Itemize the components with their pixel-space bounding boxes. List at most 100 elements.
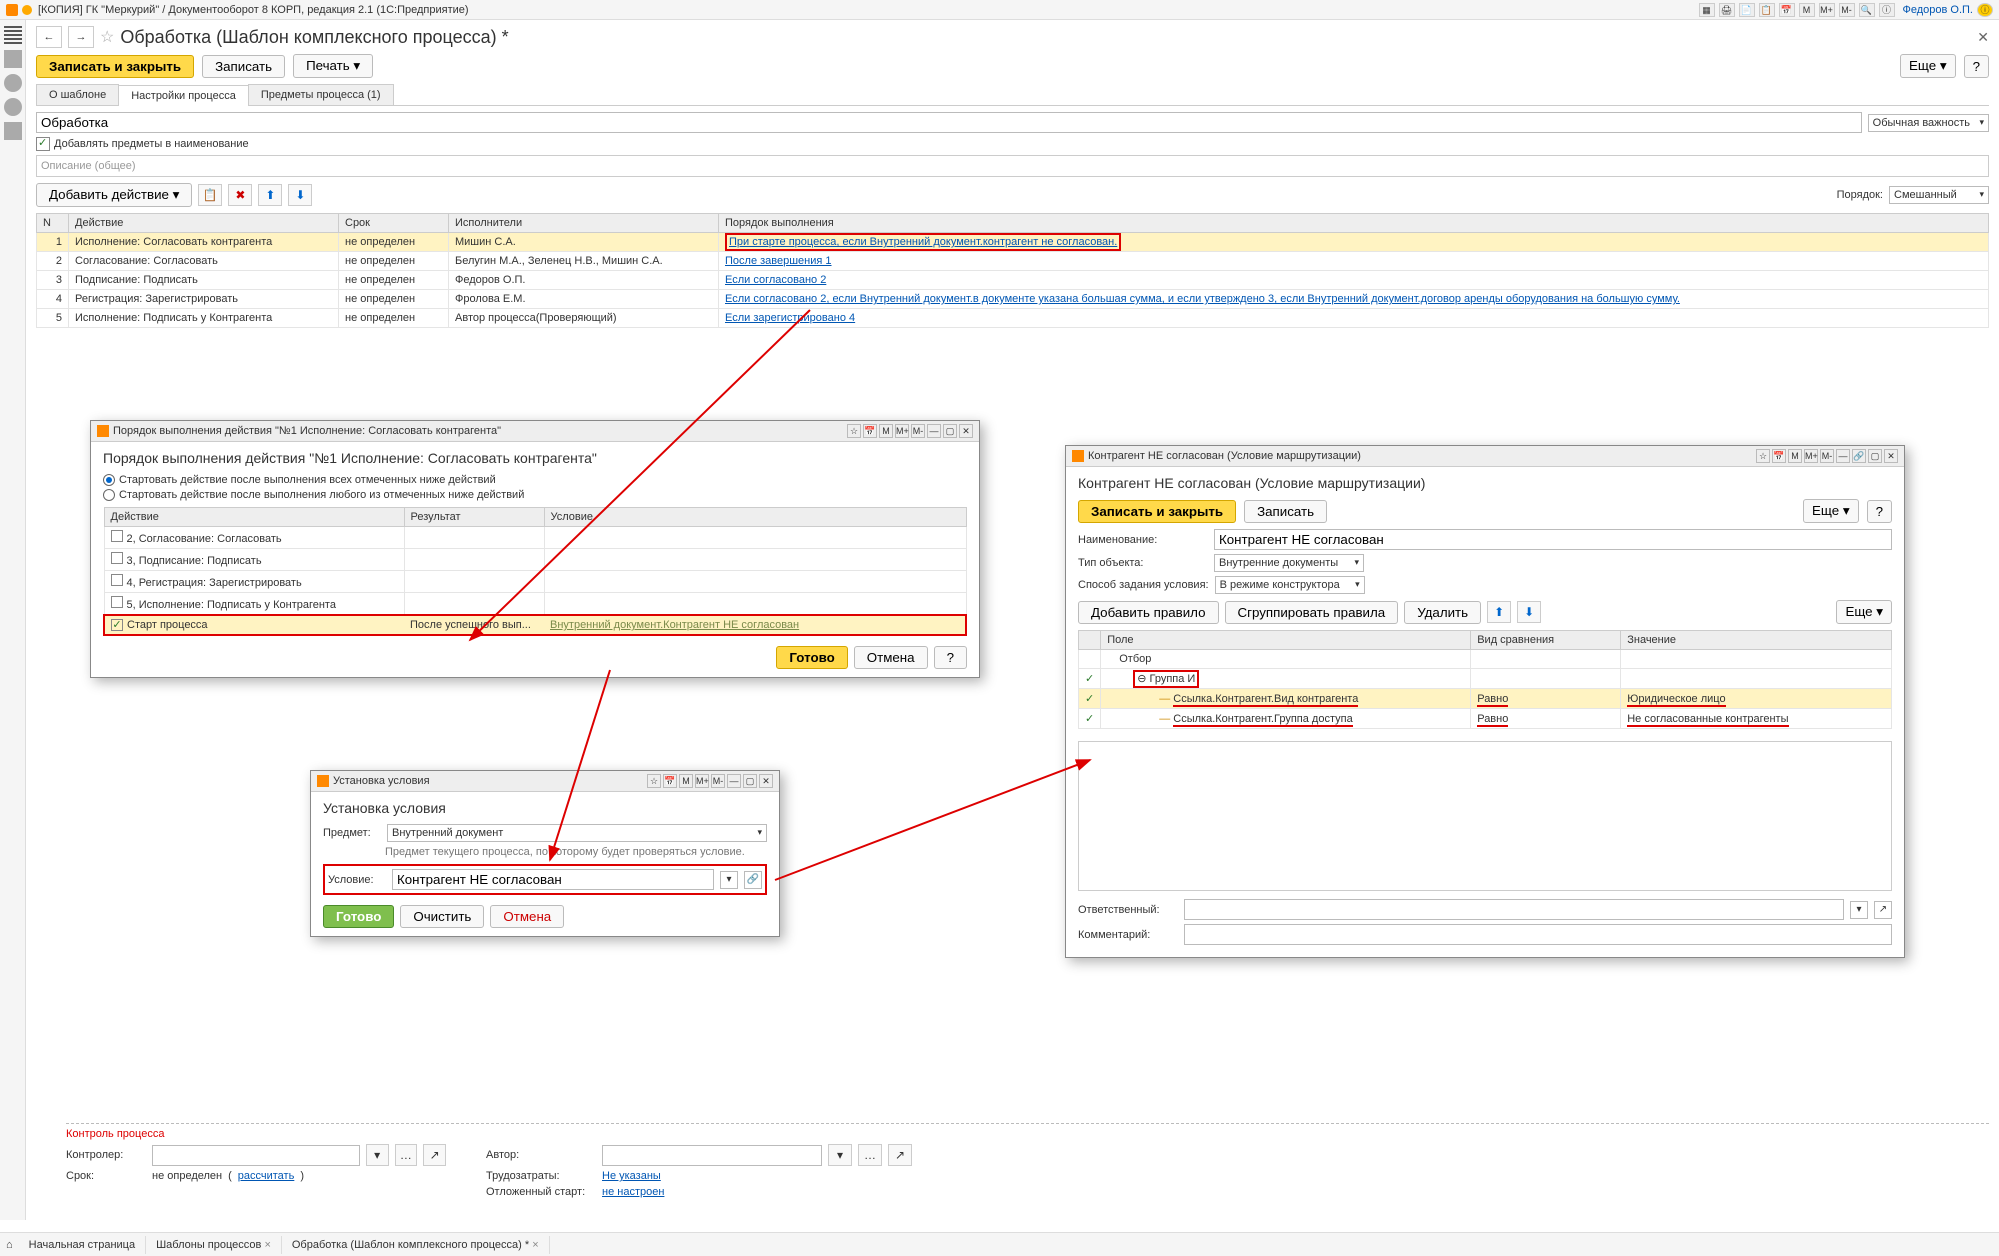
back-button[interactable]: ← bbox=[36, 26, 62, 48]
close-icon[interactable]: ✕ bbox=[959, 424, 973, 438]
tool-icon[interactable]: 📅 bbox=[863, 424, 877, 438]
max-icon[interactable]: ▢ bbox=[1868, 449, 1882, 463]
add-rule-button[interactable]: Добавить правило bbox=[1078, 601, 1219, 624]
dropdown-icon[interactable]: ▾ bbox=[720, 871, 738, 889]
save-button[interactable]: Записать bbox=[1244, 500, 1327, 523]
btab-templates[interactable]: Шаблоны процессов × bbox=[146, 1236, 282, 1254]
table-row[interactable]: 2 Согласование: Согласовать не определен… bbox=[37, 252, 1989, 271]
tool-icon[interactable]: ☆ bbox=[1756, 449, 1770, 463]
table-row[interactable]: 4 Регистрация: Зарегистрировать не опред… bbox=[37, 290, 1989, 309]
link-icon[interactable]: 🔗 bbox=[744, 871, 762, 889]
m-icon[interactable]: M bbox=[1788, 449, 1802, 463]
move-down-icon[interactable]: ⬇ bbox=[1517, 601, 1541, 623]
help-button[interactable]: ? bbox=[934, 646, 967, 669]
tool-icon[interactable]: ☆ bbox=[647, 774, 661, 788]
table-row[interactable]: 5 Исполнение: Подписать у Контрагента не… bbox=[37, 309, 1989, 328]
grid-icon[interactable] bbox=[4, 26, 22, 44]
btab-home[interactable]: Начальная страница bbox=[19, 1236, 146, 1254]
recalc-link[interactable]: рассчитать bbox=[238, 1170, 295, 1182]
save-close-button[interactable]: Записать и закрыть bbox=[1078, 500, 1236, 523]
delay-link[interactable]: не настроен bbox=[602, 1186, 664, 1198]
tool-icon[interactable]: ☆ bbox=[847, 424, 861, 438]
order-link[interactable]: Если согласовано 2 bbox=[725, 274, 826, 286]
m-plus-icon[interactable]: M+ bbox=[1804, 449, 1818, 463]
open-icon[interactable]: ↗ bbox=[888, 1144, 912, 1166]
favorite-star-icon[interactable]: ☆ bbox=[100, 27, 114, 47]
tab-about[interactable]: О шаблоне bbox=[36, 84, 119, 105]
m-minus-icon[interactable]: M- bbox=[1820, 449, 1834, 463]
search-sidebar-icon[interactable] bbox=[4, 98, 22, 116]
radio-all[interactable]: Стартовать действие после выполнения все… bbox=[103, 474, 967, 486]
m-icon[interactable]: M bbox=[879, 424, 893, 438]
close-icon[interactable]: ✕ bbox=[1977, 29, 1989, 46]
add-subjects-check[interactable]: Добавлять предметы в наименование bbox=[36, 137, 249, 151]
dropdown-icon[interactable]: ▾ bbox=[366, 1144, 389, 1166]
user-name[interactable]: Федоров О.П. bbox=[1903, 4, 1974, 16]
star-icon[interactable] bbox=[4, 50, 22, 68]
cancel-button[interactable]: Отмена bbox=[854, 646, 928, 669]
max-icon[interactable]: ▢ bbox=[743, 774, 757, 788]
done-button[interactable]: Готово bbox=[323, 905, 394, 928]
m-plus-icon[interactable]: M+ bbox=[1819, 3, 1835, 17]
help-button[interactable]: ? bbox=[1964, 55, 1989, 78]
table-row[interactable]: 3, Подписание: Подписать bbox=[104, 549, 966, 571]
tab-settings[interactable]: Настройки процесса bbox=[118, 85, 249, 106]
order-link[interactable]: При старте процесса, если Внутренний док… bbox=[729, 236, 1117, 248]
m-minus-icon[interactable]: M- bbox=[1839, 3, 1855, 17]
table-row[interactable]: ✓ — Ссылка.Контрагент.Группа доступа Рав… bbox=[1079, 709, 1892, 729]
table-row[interactable]: 2, Согласование: Согласовать bbox=[104, 527, 966, 549]
open-icon[interactable]: ↗ bbox=[1874, 901, 1892, 919]
min-icon[interactable]: — bbox=[727, 774, 741, 788]
author-input[interactable] bbox=[602, 1145, 822, 1166]
labor-link[interactable]: Не указаны bbox=[602, 1170, 661, 1182]
delete-button[interactable]: Удалить bbox=[1404, 601, 1481, 624]
move-up-icon[interactable]: ⬆ bbox=[258, 184, 282, 206]
table-row[interactable]: Отбор bbox=[1079, 650, 1892, 669]
radio-any[interactable]: Стартовать действие после выполнения люб… bbox=[103, 489, 967, 501]
forward-button[interactable]: → bbox=[68, 26, 94, 48]
tool-icon[interactable]: 📋 bbox=[1759, 3, 1775, 17]
order-link[interactable]: После завершения 1 bbox=[725, 255, 832, 267]
mode-select[interactable]: В режиме конструктора bbox=[1215, 576, 1365, 594]
subject-select[interactable]: Внутренний документ bbox=[387, 824, 767, 842]
close-icon[interactable]: ✕ bbox=[759, 774, 773, 788]
close-icon[interactable]: ✕ bbox=[1884, 449, 1898, 463]
search-icon[interactable]: 🔍 bbox=[1859, 3, 1875, 17]
history-icon[interactable] bbox=[4, 74, 22, 92]
tool-icon[interactable]: 📅 bbox=[1772, 449, 1786, 463]
tool-icon[interactable]: 📄 bbox=[1739, 3, 1755, 17]
name-input[interactable] bbox=[36, 112, 1862, 133]
notif-icon[interactable]: ⓘ bbox=[1977, 3, 1993, 17]
clear-button[interactable]: Очистить bbox=[400, 905, 484, 928]
m-minus-icon[interactable]: M- bbox=[911, 424, 925, 438]
more-button[interactable]: Еще ▾ bbox=[1803, 499, 1859, 523]
order-link[interactable]: Если зарегистрировано 4 bbox=[725, 312, 855, 324]
controller-input[interactable] bbox=[152, 1145, 360, 1166]
name-input[interactable] bbox=[1214, 529, 1892, 550]
add-action-button[interactable]: Добавить действие ▾ bbox=[36, 183, 192, 207]
m-plus-icon[interactable]: M+ bbox=[695, 774, 709, 788]
help-button[interactable]: ? bbox=[1867, 500, 1892, 523]
delete-icon[interactable]: ✖ bbox=[228, 184, 252, 206]
condition-link[interactable]: Внутренний документ.Контрагент НЕ соглас… bbox=[550, 619, 799, 631]
table-row[interactable]: ✓ — Ссылка.Контрагент.Вид контрагента Ра… bbox=[1079, 689, 1892, 709]
more-button[interactable]: Еще ▾ bbox=[1836, 600, 1892, 624]
cancel-button[interactable]: Отмена bbox=[490, 905, 564, 928]
tool-icon[interactable]: 📅 bbox=[1779, 3, 1795, 17]
order-link[interactable]: Если согласовано 2, если Внутренний доку… bbox=[725, 293, 1680, 305]
dots-icon[interactable]: … bbox=[395, 1144, 418, 1166]
condition-input[interactable] bbox=[392, 869, 714, 890]
min-icon[interactable]: — bbox=[1836, 449, 1850, 463]
dropdown-icon[interactable]: ▾ bbox=[1850, 901, 1868, 919]
table-row[interactable]: ✓⊖ Группа И bbox=[1079, 669, 1892, 689]
home-icon[interactable]: ⌂ bbox=[6, 1239, 13, 1251]
table-row-start[interactable]: ✓Старт процесса После успешного вып... В… bbox=[104, 615, 966, 635]
open-icon[interactable]: ↗ bbox=[423, 1144, 446, 1166]
table-row[interactable]: 4, Регистрация: Зарегистрировать bbox=[104, 571, 966, 593]
tool-icon[interactable]: 🖨 bbox=[1719, 3, 1735, 17]
description-textarea[interactable]: Описание (общее) bbox=[36, 155, 1989, 177]
m-minus-icon[interactable]: M- bbox=[711, 774, 725, 788]
table-row[interactable]: 1 Исполнение: Согласовать контрагента не… bbox=[37, 233, 1989, 252]
link-icon[interactable]: 🔗 bbox=[1852, 449, 1866, 463]
save-close-button[interactable]: Записать и закрыть bbox=[36, 55, 194, 78]
